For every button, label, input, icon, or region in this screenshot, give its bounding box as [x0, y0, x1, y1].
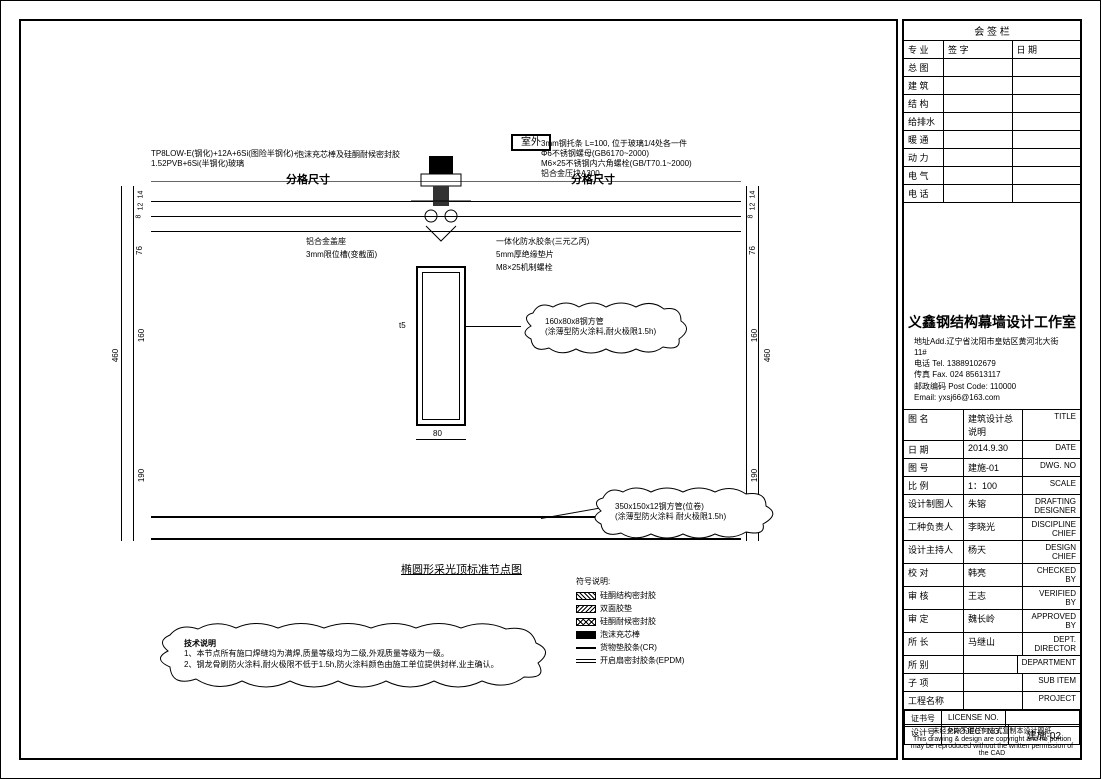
info-row: 图 名建筑设计总说明TITLE: [904, 410, 1080, 441]
legend-title: 符号说明:: [576, 576, 684, 587]
info-row: 审 核王志VERIFIED BY: [904, 587, 1080, 610]
legend-item: 硅酮耐候密封胶: [576, 616, 684, 627]
legend-swatch: [576, 659, 596, 663]
dim-460-r: 460: [763, 349, 772, 362]
dim-190-r: 190: [750, 469, 759, 482]
company-block: 义鑫钢结构幕墙设计工作室 地址Add.辽宁省沈阳市皇姑区黄河北大街11# 电话 …: [904, 306, 1080, 410]
approval-discipline: 建 筑: [904, 77, 944, 94]
dim-80: 80: [433, 429, 442, 438]
legend-swatch: [576, 618, 596, 626]
info-row: 审 定魏长岭APPROVED BY: [904, 610, 1080, 633]
info-row: 图 号建施-01DWG. NO: [904, 459, 1080, 477]
info-row: 日 期2014.9.30DATE: [904, 441, 1080, 459]
info-row: 工种负责人李晓光DISCIPLINE CHIEF: [904, 518, 1080, 541]
approval-header: 会 签 栏: [904, 21, 1080, 41]
approval-discipline: 动 力: [904, 149, 944, 166]
info-panel: 图 名建筑设计总说明TITLE日 期2014.9.30DATE图 号建施-01D…: [904, 410, 1080, 710]
cloud-tech-notes: 技术说明 1、本节点所有施口焊缝均为满焊,质量等级均为二级,外观质量等级为一级。…: [156, 621, 556, 698]
approval-discipline: 暖 通: [904, 131, 944, 148]
legend-swatch: [576, 605, 596, 613]
dim-190-l: 190: [137, 469, 146, 482]
callout-foam: 泡沫充芯棒及硅酮耐候密封胶: [296, 149, 400, 160]
cloud-note-tube2: 350x150x12钢方管(位卷) (涂薄型防火涂料 耐火极限1.5h): [591, 486, 781, 543]
legend-item: 硅酮结构密封胶: [576, 590, 684, 601]
legend-item: 货物垫胶条(CR): [576, 642, 684, 653]
approval-panel: 会 签 栏 专 业 签 字 日 期 总 图建 筑结 构给排水暖 通动 力电 气电…: [904, 21, 1080, 203]
dim-76-r: 76: [748, 246, 757, 255]
approval-discipline: 给排水: [904, 113, 944, 130]
callout-right-group: 3mm钢托条 L=100, 位于玻璃1/4处各一件 Φ6不锈钢螺母(GB6170…: [541, 139, 692, 179]
approval-discipline: 总 图: [904, 59, 944, 76]
cloud-note-tube1: 160x80x8钢方管 (涂薄型防火涂料,耐火极限1.5h): [521, 301, 691, 358]
info-row: 所 长马继山DEPT. DIRECTOR: [904, 633, 1080, 656]
callout-glass: TP8LOW-E(钢化)+12A+6Si(图险半钢化)+ 1.52PVB+6Si…: [151, 149, 298, 168]
callout-mid-left: 铝合金盖座 3mm限位槽(变截面): [306, 236, 377, 262]
approval-discipline: 电 话: [904, 185, 944, 202]
info-row: 设计主持人杨天DESIGN CHIEF: [904, 541, 1080, 564]
dim-160-r: 160: [750, 329, 759, 342]
info-row: 设计制图人朱镕DRAFTING DESIGNER: [904, 495, 1080, 518]
legend: 符号说明: 硅酮结构密封胶双面胶垫硅酮耐候密封胶泡沫充芯棒货物垫胶条(CR) 开启…: [576, 576, 684, 668]
drawing-sheet: 80 室外 分格尺寸 分格尺寸: [0, 0, 1101, 779]
dim-460: 460: [111, 349, 120, 362]
legend-item: 双面胶垫: [576, 603, 684, 614]
title-block: 会 签 栏 专 业 签 字 日 期 总 图建 筑结 构给排水暖 通动 力电 气电…: [902, 19, 1082, 760]
dim-t5: t5: [399, 321, 406, 330]
drawing-canvas: 80 室外 分格尺寸 分格尺寸: [19, 19, 898, 760]
legend-swatch: [576, 647, 596, 649]
info-row: 所 别DEPARTMENT: [904, 656, 1080, 674]
info-row: 工程名称PROJECT: [904, 692, 1080, 709]
legend-swatch: [576, 592, 596, 600]
steel-tube-main: [416, 266, 466, 426]
legend-item: 开启扇密封胶条(EPDM): [576, 655, 684, 666]
legend-item: 泡沫充芯棒: [576, 629, 684, 640]
legend-swatch: [576, 631, 596, 639]
approval-discipline: 结 构: [904, 95, 944, 112]
dim-label-left: 分格尺寸: [286, 171, 330, 187]
approval-discipline: 电 气: [904, 167, 944, 184]
info-row: 比 例1：100SCALE: [904, 477, 1080, 495]
dim-160-l: 160: [137, 329, 146, 342]
company-name: 义鑫钢结构幕墙设计工作室: [908, 312, 1076, 332]
drawing-title: 椭圆形采光顶标准节点图: [401, 561, 522, 577]
info-row: 校 对韩亮CHECKED BY: [904, 564, 1080, 587]
dim-76-l: 76: [135, 246, 144, 255]
callout-mid-right: 一体化防水胶条(三元乙丙) 5mm厚绝缘垫片 M8×25机制螺栓: [496, 236, 589, 274]
info-row: 子 项SUB ITEM: [904, 674, 1080, 692]
